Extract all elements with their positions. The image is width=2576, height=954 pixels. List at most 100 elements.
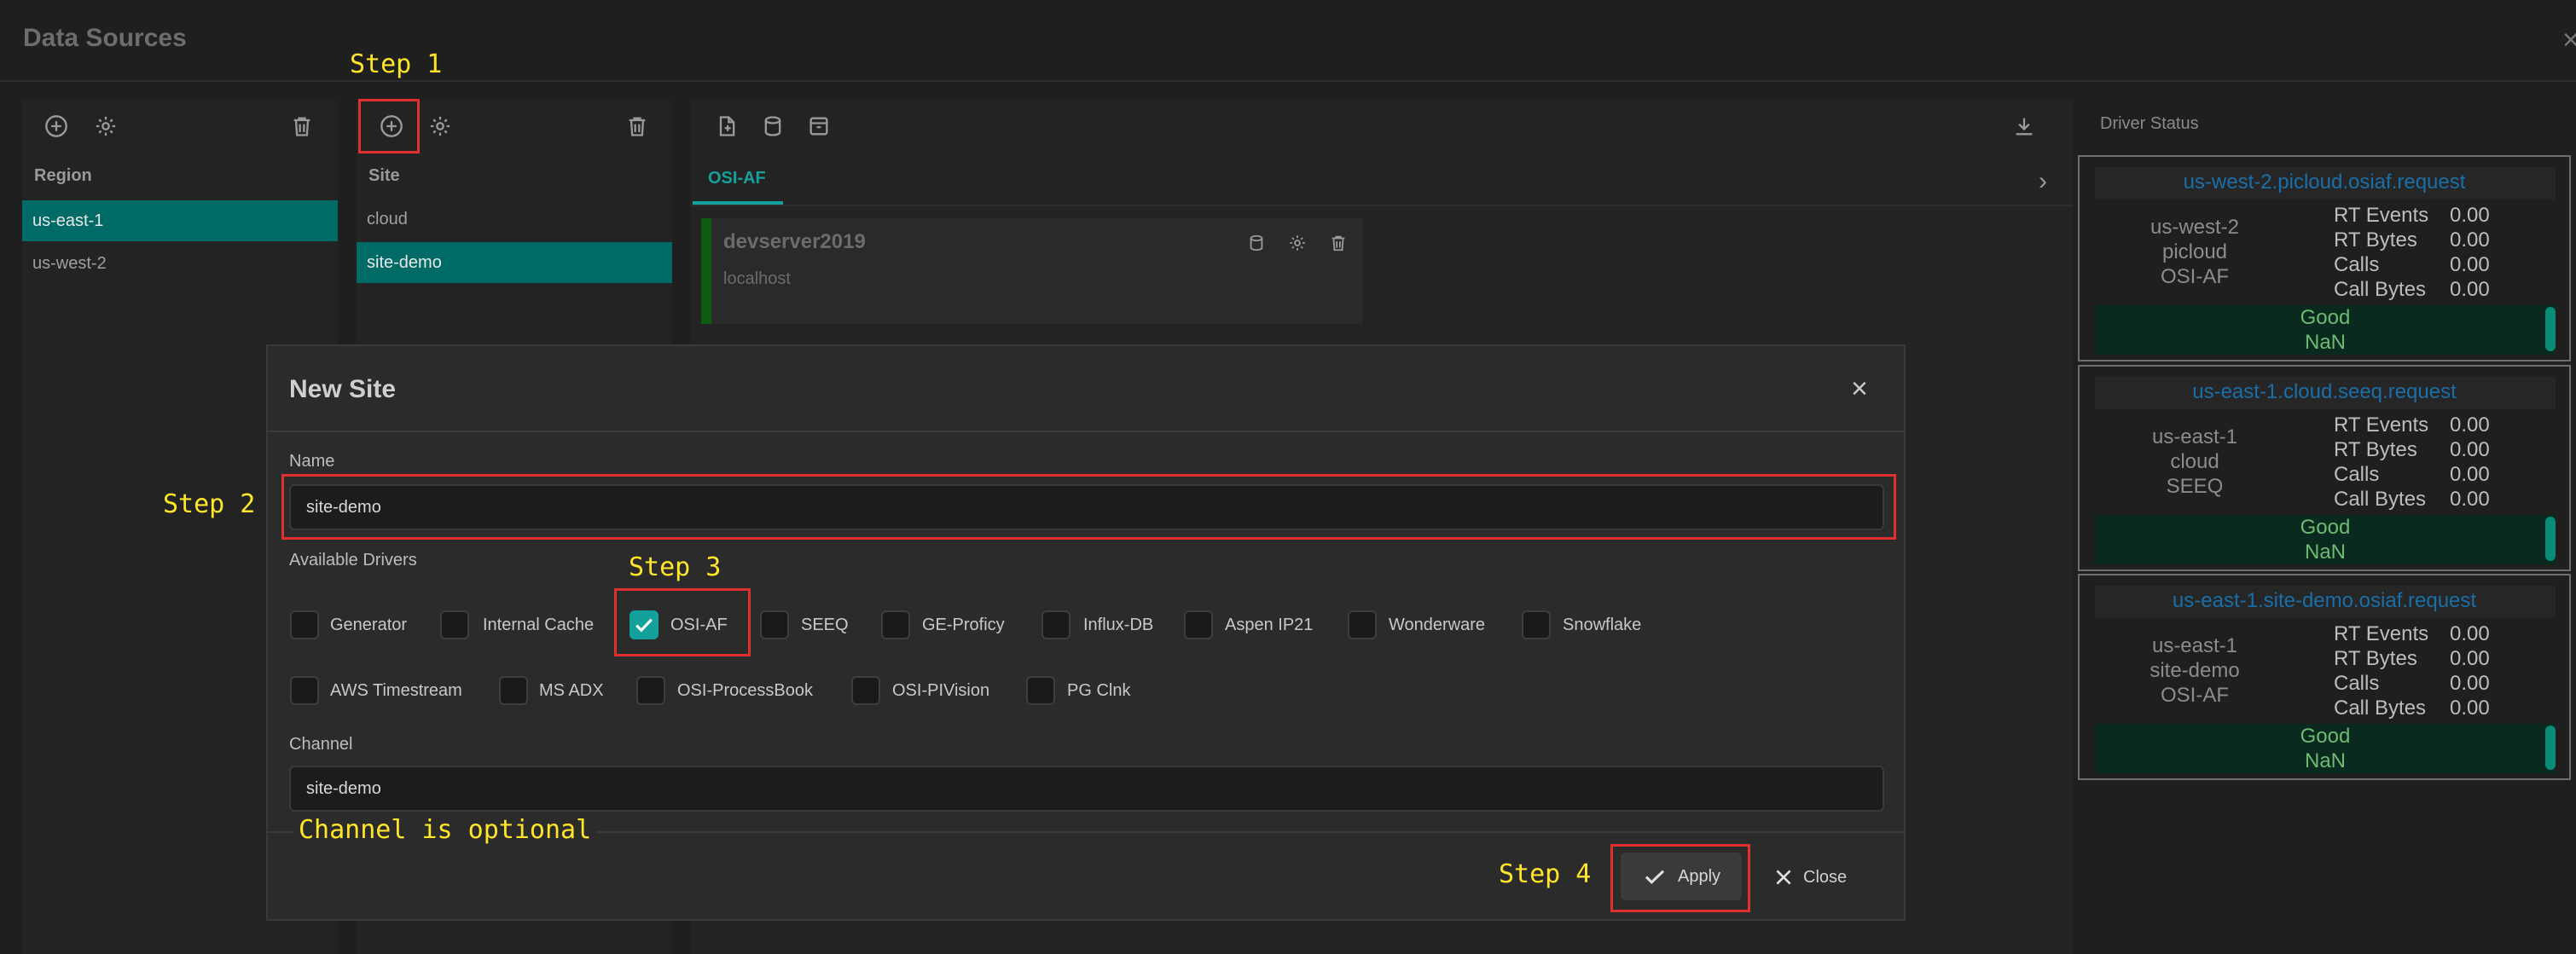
server-card[interactable]: devserver2019 localhost — [701, 218, 1363, 324]
server-status-bar — [701, 218, 711, 324]
pg-clnk-checkbox[interactable] — [1026, 676, 1055, 705]
driver-type: SEEQ — [2166, 475, 2224, 498]
stat-value: 0.00 — [2450, 278, 2490, 301]
driver-status-header: Driver Status — [2100, 114, 2199, 133]
server-settings-icon[interactable] — [1285, 230, 1310, 256]
driver-region: us-west-2 — [2150, 216, 2240, 239]
wonderware-checkbox[interactable] — [1348, 610, 1377, 639]
stat-label: Calls — [2334, 672, 2380, 695]
archive-icon[interactable] — [804, 111, 834, 142]
driver-status-sub: NaN — [2304, 749, 2346, 772]
stat-label: RT Events — [2334, 413, 2429, 437]
stat-value: 0.00 — [2450, 413, 2490, 437]
drivers-label: Available Drivers — [289, 551, 417, 570]
download-icon[interactable] — [2009, 111, 2039, 142]
site-item-cloud[interactable]: cloud — [357, 199, 672, 239]
import-file-icon[interactable] — [711, 111, 742, 142]
seeq-label: SEEQ — [801, 616, 849, 634]
seeq-checkbox[interactable] — [760, 610, 789, 639]
add-region-icon[interactable] — [41, 111, 72, 142]
driver-status-indicator — [2545, 307, 2556, 351]
stat-label: RT Bytes — [2334, 647, 2417, 670]
channel-label: Channel — [289, 735, 353, 754]
stat-value: 0.00 — [2450, 228, 2490, 252]
close-label: Close — [1803, 867, 1848, 887]
x-icon — [1776, 870, 1791, 885]
influx-db-checkbox[interactable] — [1041, 610, 1070, 639]
stat-value: 0.00 — [2450, 647, 2490, 670]
generator-label: Generator — [330, 616, 408, 634]
snowflake-checkbox[interactable] — [1522, 610, 1551, 639]
driver-status-text: Good — [2300, 725, 2351, 748]
osi-pivision-checkbox[interactable] — [851, 676, 880, 705]
driver-card: us-west-2.picloud.osiaf.request us-west-… — [2078, 155, 2571, 361]
site-settings-icon[interactable] — [425, 111, 455, 142]
chevron-right-icon[interactable]: › — [2039, 167, 2047, 196]
driver-site: cloud — [2170, 450, 2219, 473]
modal-close-icon[interactable]: × — [1851, 373, 1868, 406]
driver-site: site-demo — [2150, 659, 2240, 682]
close-icon[interactable]: × — [2562, 24, 2576, 57]
region-item-us-east-1[interactable]: us-east-1 — [22, 200, 338, 241]
driver-title: us-east-1.cloud.seeq.request — [2192, 380, 2457, 403]
region-settings-icon[interactable] — [90, 111, 121, 142]
tab-osi-af-underline — [693, 201, 783, 205]
aspen-ip21-label: Aspen IP21 — [1225, 616, 1314, 634]
step4-annotation: Step 4 — [1499, 859, 1592, 889]
internal-cache-checkbox[interactable] — [440, 610, 469, 639]
aspen-ip21-checkbox[interactable] — [1184, 610, 1213, 639]
stat-value: 0.00 — [2450, 488, 2490, 511]
delete-region-icon[interactable] — [287, 111, 317, 142]
site-item-site-demo[interactable]: site-demo — [357, 242, 672, 283]
driver-site: picloud — [2161, 240, 2228, 263]
channel-input[interactable]: site-demo — [289, 766, 1884, 812]
apply-button[interactable]: Apply — [1621, 853, 1742, 900]
osi-pivision-label: OSI-PIVision — [892, 681, 990, 700]
osi-processbook-checkbox[interactable] — [636, 676, 665, 705]
pg-clnk-label: PG Clnk — [1067, 681, 1131, 700]
server-database-icon[interactable] — [1244, 230, 1269, 256]
stat-value: 0.00 — [2450, 204, 2490, 227]
region-item-us-west-2[interactable]: us-west-2 — [22, 244, 338, 283]
region-column-header: Region — [34, 166, 92, 185]
stat-label: RT Bytes — [2334, 228, 2417, 252]
stat-value: 0.00 — [2450, 697, 2490, 720]
stat-label: Call Bytes — [2334, 697, 2427, 720]
tab-osi-af[interactable]: OSI-AF — [708, 169, 766, 188]
name-label: Name — [289, 452, 335, 471]
wonderware-label: Wonderware — [1389, 616, 1486, 634]
database-icon[interactable] — [757, 111, 788, 142]
modal-header-divider — [268, 431, 1904, 432]
stat-value: 0.00 — [2450, 463, 2490, 486]
driver-status-band: Good NaN — [2095, 305, 2556, 355]
ms-adx-label: MS ADX — [539, 681, 604, 700]
close-button[interactable]: Close — [1772, 863, 1847, 892]
ge-proficy-label: GE-Proficy — [922, 616, 1005, 634]
channel-optional-annotation: Channel is optional — [293, 815, 597, 845]
ge-proficy-checkbox[interactable] — [881, 610, 910, 639]
stat-label: RT Events — [2334, 622, 2429, 645]
stat-label: Call Bytes — [2334, 488, 2427, 511]
ms-adx-checkbox[interactable] — [499, 676, 528, 705]
checkmark-icon — [1645, 870, 1665, 885]
apply-label: Apply — [1677, 866, 1721, 886]
stat-value: 0.00 — [2450, 672, 2490, 695]
osi-processbook-label: OSI-ProcessBook — [677, 681, 813, 700]
step2-highlight — [281, 474, 1896, 540]
influx-db-label: Influx-DB — [1083, 616, 1154, 634]
stat-label: Calls — [2334, 253, 2380, 276]
driver-status-text: Good — [2300, 306, 2351, 329]
driver-status-sub: NaN — [2304, 331, 2346, 354]
server-delete-icon[interactable] — [1326, 230, 1351, 256]
step3-annotation: Step 3 — [629, 552, 722, 582]
aws-timestream-checkbox[interactable] — [290, 676, 319, 705]
driver-status-indicator — [2545, 517, 2556, 561]
driver-region: us-east-1 — [2151, 425, 2238, 448]
driver-status-band: Good NaN — [2095, 724, 2556, 773]
stat-label: RT Events — [2334, 204, 2429, 227]
step1-highlight — [358, 99, 420, 153]
driver-status-sub: NaN — [2304, 541, 2346, 564]
delete-site-icon[interactable] — [622, 111, 653, 142]
modal-title: New Site — [289, 375, 397, 403]
generator-checkbox[interactable] — [290, 610, 319, 639]
